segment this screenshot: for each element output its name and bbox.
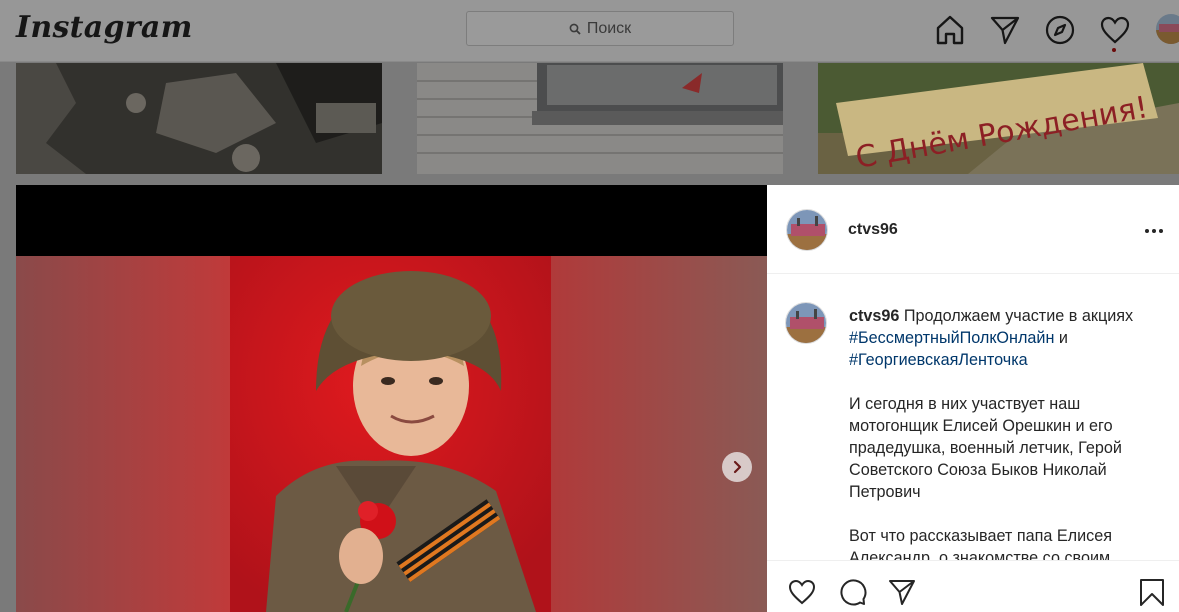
hashtag-georgievskaya-lentochka[interactable]: #ГеоргиевскаяЛенточка (849, 351, 1028, 369)
comment-icon[interactable] (837, 577, 867, 607)
post-caption: ctvs96 Продолжаем участие в акциях #Бесс… (849, 305, 1169, 560)
post-header: ctvs96 (767, 185, 1179, 274)
activity-heart-icon[interactable] (1099, 14, 1131, 52)
grid-post-3[interactable]: С Днём Рождения! (818, 63, 1179, 174)
caption-avatar[interactable] (785, 302, 827, 344)
search-placeholder: Поиск (586, 19, 632, 37)
chevron-right-icon (733, 460, 742, 474)
save-icon[interactable] (1137, 577, 1167, 607)
caption-line1: Продолжаем участие в акциях (903, 307, 1134, 325)
instagram-logo[interactable]: Instagram (16, 10, 193, 45)
hashtag-bessmertnyi-polk[interactable]: #БессмертныйПолкОнлайн (849, 329, 1054, 347)
grid-post-2[interactable] (417, 63, 783, 174)
next-media-button[interactable] (722, 452, 752, 482)
author-avatar[interactable] (786, 209, 828, 251)
search-icon (569, 23, 581, 35)
author-username[interactable]: ctvs96 (848, 221, 898, 239)
more-options-icon[interactable] (1141, 221, 1167, 241)
top-navigation-bar: Instagram Поиск (0, 0, 1179, 62)
grid-post-1[interactable] (16, 63, 382, 174)
home-icon[interactable] (934, 14, 966, 46)
direct-icon[interactable] (989, 14, 1021, 46)
caption-username[interactable]: ctvs96 (849, 307, 899, 325)
search-input[interactable]: Поиск (466, 11, 734, 46)
post-actions (767, 560, 1179, 612)
post-side-panel: ctvs96 ctvs96 Продолжаем участие в акция… (767, 185, 1179, 612)
profile-avatar[interactable] (1156, 14, 1179, 44)
caption-and: и (1058, 329, 1068, 347)
explore-icon[interactable] (1044, 14, 1076, 46)
caption-paragraph-2: И сегодня в них участвует наш мотогонщик… (849, 395, 1122, 501)
post-media[interactable] (16, 185, 767, 612)
comments-area[interactable]: ctvs96 Продолжаем участие в акциях #Бесс… (767, 274, 1179, 560)
caption-paragraph-3: Вот что рассказывает папа Елисея Алексан… (849, 527, 1113, 560)
notification-dot (1112, 48, 1116, 52)
share-icon[interactable] (887, 577, 917, 607)
post-photo (16, 256, 767, 612)
like-icon[interactable] (787, 577, 817, 607)
